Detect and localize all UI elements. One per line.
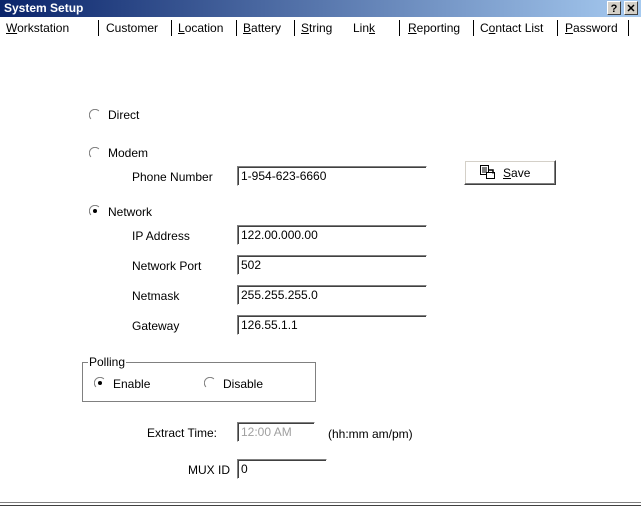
extract-time-field[interactable]: 12:00 AM (237, 422, 315, 442)
tab-separator (294, 20, 295, 36)
bottom-divider (0, 502, 641, 506)
gateway-field[interactable]: 126.55.1.1 (237, 315, 427, 335)
direct-label: Direct (108, 108, 140, 122)
modem-radio[interactable] (89, 147, 101, 159)
ip-address-field[interactable]: 122.00.000.00 (237, 225, 427, 245)
tab-separator (236, 20, 237, 36)
tab-separator (98, 20, 99, 36)
tab-workstation[interactable]: Workstation (6, 20, 69, 38)
tab-customer[interactable]: Customer (106, 20, 158, 38)
tab-password[interactable]: Password (565, 20, 618, 38)
polling-enable-radio[interactable] (94, 377, 106, 389)
window-title: System Setup (4, 1, 84, 15)
gateway-label: Gateway (132, 319, 180, 333)
netmask-field[interactable]: 255.255.255.0 (237, 285, 427, 305)
phone-number-field[interactable]: 1-954-623-6660 (237, 166, 427, 186)
direct-radio[interactable] (89, 109, 101, 121)
tab-separator (399, 20, 400, 36)
tab-separator (171, 20, 172, 36)
save-button[interactable]: Save (464, 160, 556, 185)
mux-id-field[interactable]: 0 (237, 459, 327, 479)
polling-group-label: Polling (88, 355, 127, 369)
tab-separator (557, 20, 558, 36)
extract-time-label: Extract Time: (147, 426, 218, 440)
ip-address-label: IP Address (132, 229, 190, 243)
tab-reporting[interactable]: Reporting (408, 20, 460, 38)
tab-bar: Workstation Customer Location Battery St… (0, 17, 641, 39)
modem-label: Modem (108, 146, 149, 160)
tab-separator (473, 20, 474, 36)
tab-link[interactable]: Link (353, 20, 375, 38)
tab-contact-list[interactable]: Contact List (480, 20, 543, 38)
save-icon (480, 165, 495, 179)
tab-separator (628, 20, 629, 36)
network-radio[interactable] (89, 205, 101, 217)
phone-number-label: Phone Number (132, 170, 213, 184)
tab-location[interactable]: Location (178, 20, 223, 38)
polling-enable-label: Enable (113, 377, 151, 391)
mux-id-label: MUX ID (188, 463, 230, 477)
close-button[interactable]: ✕ (624, 1, 638, 15)
help-button[interactable]: ? (607, 1, 621, 15)
network-port-field[interactable]: 502 (237, 255, 427, 275)
tab-battery[interactable]: Battery (243, 20, 281, 38)
netmask-label: Netmask (132, 289, 180, 303)
polling-disable-radio[interactable] (204, 377, 216, 389)
polling-disable-label: Disable (223, 377, 264, 391)
network-port-label: Network Port (132, 259, 202, 273)
tab-string[interactable]: String (301, 20, 332, 38)
title-bar: System Setup ? ✕ (0, 0, 641, 17)
network-label: Network (108, 205, 153, 219)
extract-time-hint: (hh:mm am/pm) (328, 427, 413, 441)
